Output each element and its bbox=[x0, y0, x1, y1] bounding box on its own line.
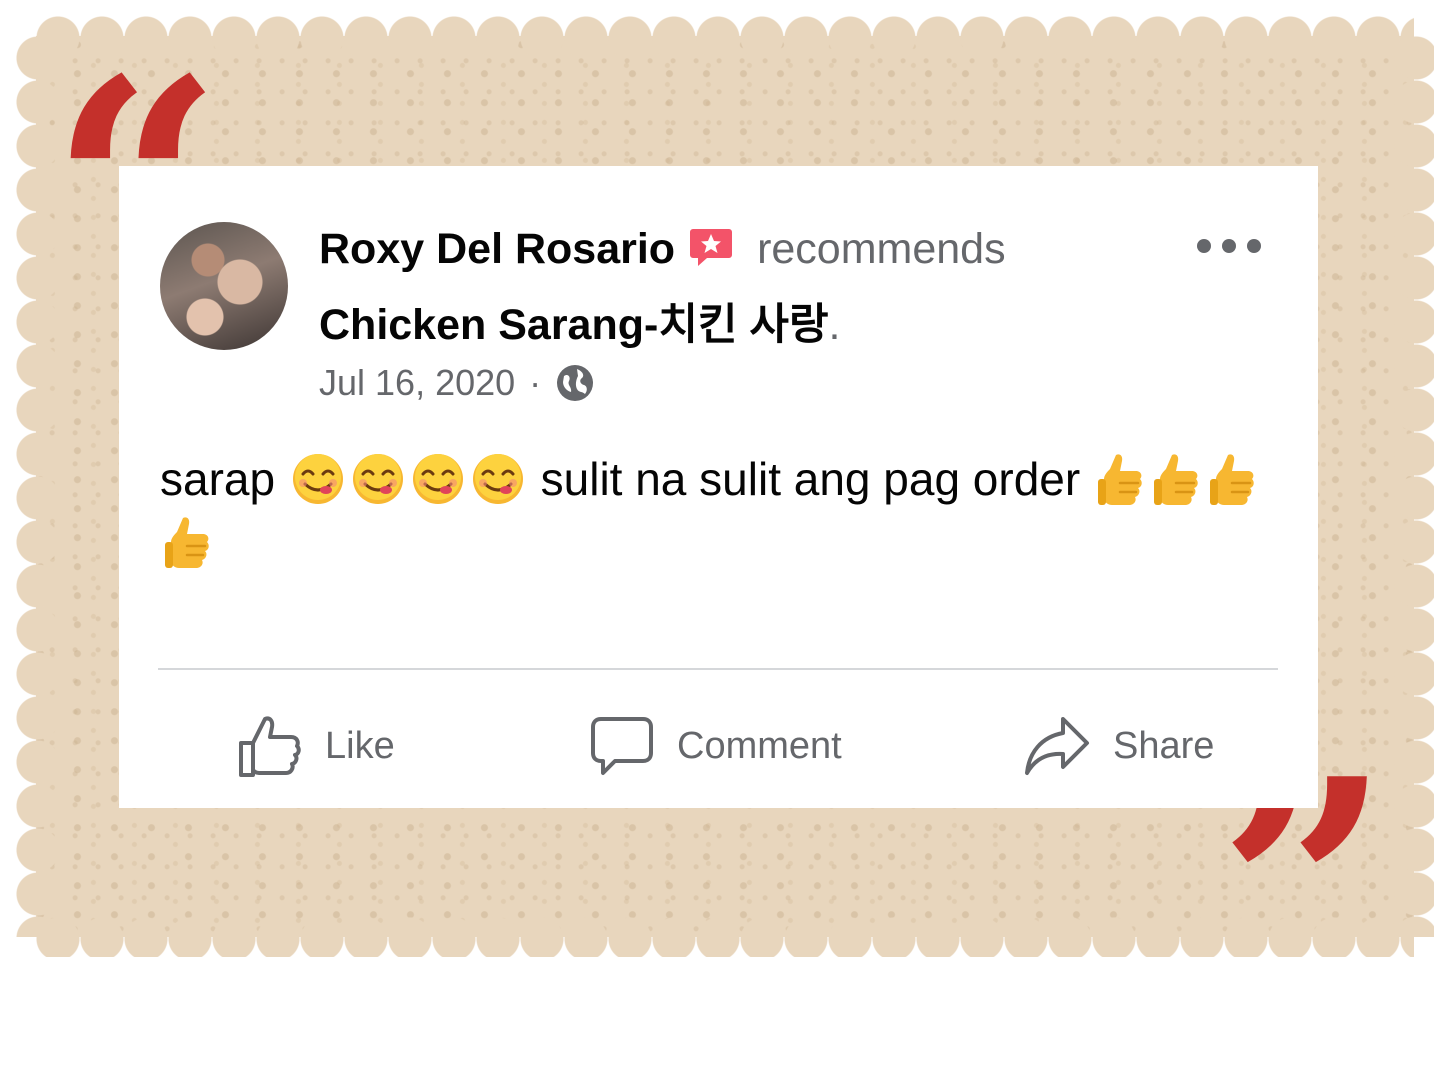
page-name[interactable]: Chicken Sarang-치킨 사랑. bbox=[319, 290, 840, 349]
post-card: Roxy Del Rosario recommends Chicken Sara… bbox=[119, 166, 1318, 808]
comment-button[interactable]: Comment bbox=[589, 706, 842, 786]
thumbs-up-icon bbox=[239, 716, 301, 777]
post-date[interactable]: Jul 16, 2020 bbox=[319, 362, 515, 404]
more-options-button[interactable] bbox=[1197, 228, 1261, 264]
face-emoji-group bbox=[288, 453, 528, 505]
recommendation-badge-icon bbox=[689, 227, 733, 267]
thumbs-up-emoji bbox=[1096, 451, 1146, 507]
page-name-text[interactable]: Chicken Sarang-치킨 사랑 bbox=[319, 301, 829, 349]
comment-bubble-icon bbox=[591, 717, 653, 775]
like-button[interactable]: Like bbox=[237, 706, 395, 786]
like-label: Like bbox=[325, 724, 395, 767]
divider bbox=[158, 668, 1278, 670]
globe-icon bbox=[555, 363, 595, 403]
thumbs-up-emoji bbox=[1208, 451, 1258, 507]
post-text-part: sulit na sulit ang pag order bbox=[540, 453, 1081, 505]
more-dot-icon bbox=[1247, 239, 1261, 253]
author-name[interactable]: Roxy Del Rosario bbox=[319, 225, 675, 274]
post-text-part: sarap bbox=[160, 453, 276, 505]
share-button[interactable]: Share bbox=[1023, 706, 1214, 786]
meta-separator: · bbox=[529, 362, 542, 403]
stamp-edge-bottom bbox=[36, 917, 1414, 957]
post-body: sarap sulit na sulit ang pag order bbox=[160, 448, 1270, 574]
more-dot-icon bbox=[1197, 239, 1211, 253]
avatar[interactable] bbox=[160, 222, 288, 350]
page-name-suffix: . bbox=[828, 301, 841, 349]
share-arrow-icon bbox=[1025, 717, 1089, 775]
face-savoring-food-emoji bbox=[471, 452, 525, 506]
more-dot-icon bbox=[1222, 239, 1236, 253]
comment-label: Comment bbox=[677, 724, 842, 767]
thumbs-up-emoji bbox=[163, 514, 213, 570]
face-savoring-food-emoji bbox=[351, 452, 405, 506]
share-label: Share bbox=[1113, 724, 1215, 767]
thumbs-up-emoji bbox=[1152, 451, 1202, 507]
face-savoring-food-emoji bbox=[291, 452, 345, 506]
recommends-label: recommends bbox=[757, 224, 1006, 273]
stamp-edge-top bbox=[36, 16, 1414, 56]
post-header: Roxy Del Rosario recommends bbox=[319, 224, 1006, 274]
stamp-edge-right bbox=[1394, 36, 1434, 937]
face-savoring-food-emoji bbox=[411, 452, 465, 506]
post-meta: Jul 16, 2020 · bbox=[319, 361, 595, 405]
